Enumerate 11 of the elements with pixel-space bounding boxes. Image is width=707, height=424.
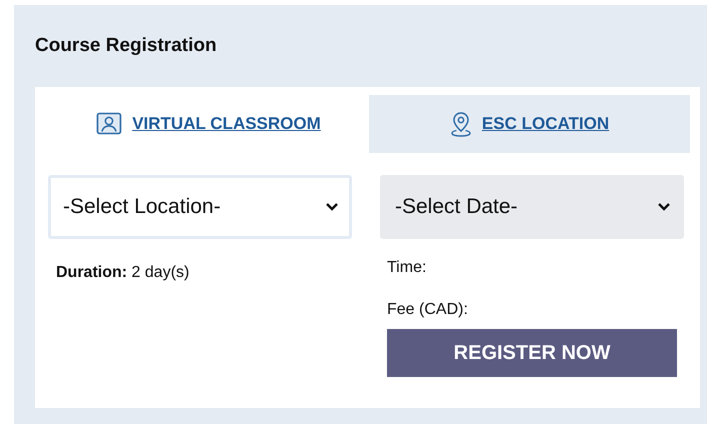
register-button[interactable]: REGISTER NOW (387, 329, 677, 377)
fee-label: Fee (CAD): (387, 301, 469, 320)
time-label: Time: (387, 259, 428, 278)
person-screen-icon (96, 112, 122, 136)
panel-title: Course Registration (35, 35, 218, 57)
duration-text: Duration: 2 day(s) (56, 264, 190, 282)
tab[interactable]: ESC LOCATION (369, 95, 690, 153)
chevron-down-icon (325, 202, 339, 212)
chevron-down-icon (657, 202, 671, 212)
location-select[interactable]: -Select Location- (48, 175, 352, 239)
map-pin-icon (450, 111, 472, 137)
